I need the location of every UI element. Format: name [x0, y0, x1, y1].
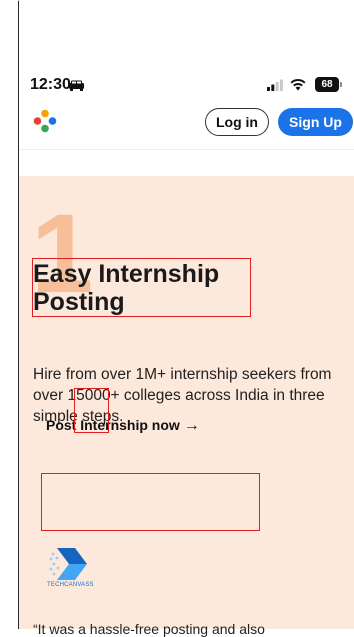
signal-icon — [267, 79, 283, 91]
post-internship-label: Post Internship now — [46, 417, 180, 433]
wifi-icon — [290, 79, 306, 91]
battery-indicator: 68 — [315, 77, 342, 92]
signup-button[interactable]: Sign Up — [278, 108, 353, 136]
arrow-right-icon: → — [183, 417, 200, 434]
hero-title: Easy Internship Posting — [33, 260, 220, 316]
partner-name: TECHCANVASS — [47, 582, 94, 588]
compass-logo-icon[interactable] — [33, 109, 57, 133]
testimonial-snippet: “It was a hassle-free posting and also — [33, 621, 265, 637]
battery-level: 68 — [315, 77, 339, 92]
post-internship-link[interactable]: Post Internship now → — [46, 417, 200, 435]
hero-section: 1 Easy Internship Posting Hire from over… — [19, 176, 354, 637]
car-icon — [69, 80, 84, 91]
status-time: 12:30 — [30, 76, 71, 93]
app-header: Log in Sign Up — [19, 95, 354, 150]
highlight-box-empty — [41, 473, 260, 531]
battery-tip — [340, 82, 342, 87]
login-button[interactable]: Log in — [205, 108, 269, 136]
